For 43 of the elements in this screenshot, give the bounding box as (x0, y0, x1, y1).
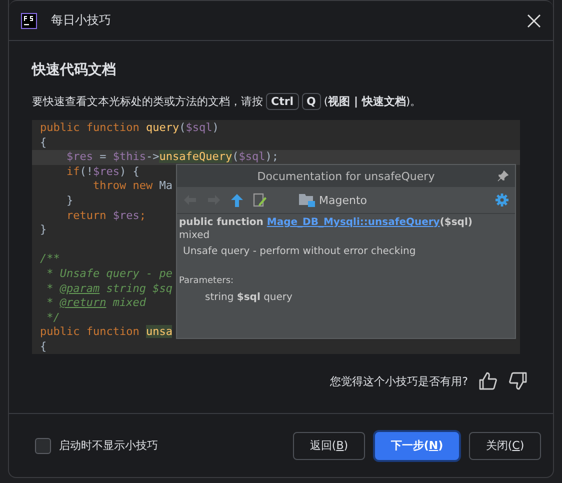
code-line: return $res; (65, 208, 146, 224)
window-title: 每日小技巧 (51, 12, 112, 29)
code-line: /** (40, 252, 60, 267)
code-line: throw new Ma (92, 179, 172, 194)
parameters-heading: Parameters: (179, 276, 235, 286)
code-line: public function unsa (40, 325, 172, 340)
edit-icon[interactable] (253, 193, 267, 207)
thumbs-down-icon[interactable] (508, 371, 528, 391)
key-badge: Ctrl (266, 93, 299, 110)
code-line: $res = $this->unsafeQuery($sql); (65, 150, 278, 165)
code-line: * @param string $sq (46, 282, 172, 296)
thumbs-up-icon[interactable] (478, 371, 498, 391)
checkbox[interactable] (35, 438, 51, 454)
description-text: Unsafe query - perform without error checking (182, 245, 417, 259)
code-line: public function query($sql) (40, 121, 219, 136)
up-arrow-icon[interactable] (231, 194, 243, 206)
next-button[interactable]: 下一步(N) (375, 432, 459, 460)
menu-path: (视图 | 快速文档)。 (324, 94, 422, 109)
parameter-text: string $sql query (204, 291, 294, 305)
folder-icon (299, 193, 315, 207)
code-line: * Unsafe query - pe (46, 266, 172, 282)
key-badge: Q (302, 93, 321, 110)
popup-title: Documentation for unsafeQuery (257, 170, 435, 182)
dialog-button[interactable]: 关闭(C) (469, 432, 541, 460)
code-line: */ (46, 310, 60, 326)
return-type: mixed (179, 229, 211, 243)
code-line: if(!$res) { (65, 164, 140, 180)
tip-heading: 快速代码文档 (32, 61, 117, 79)
checkbox-label: 启动时不显示小技巧 (59, 438, 159, 453)
tip-text: 要快速查看文本光标处的类或方法的文档，请按 (32, 94, 263, 109)
feedback-question: 您觉得这个小技巧是否有用? (330, 374, 468, 388)
close-icon[interactable] (527, 14, 541, 28)
code-line: * @return mixed (46, 296, 146, 311)
pin-icon[interactable] (497, 170, 509, 182)
app-icon (21, 12, 37, 28)
dialog-button[interactable]: 返回(B) (293, 432, 365, 460)
code-line: } (65, 194, 74, 209)
signature-text: public function Mage_DB_Mysqli::unsafeQuery($sql) (179, 217, 474, 228)
code-line: } (40, 223, 47, 238)
code-line: { (40, 136, 47, 150)
module-label: Magento (319, 194, 368, 206)
settings-icon[interactable] (495, 193, 509, 207)
code-line: { (40, 340, 47, 354)
